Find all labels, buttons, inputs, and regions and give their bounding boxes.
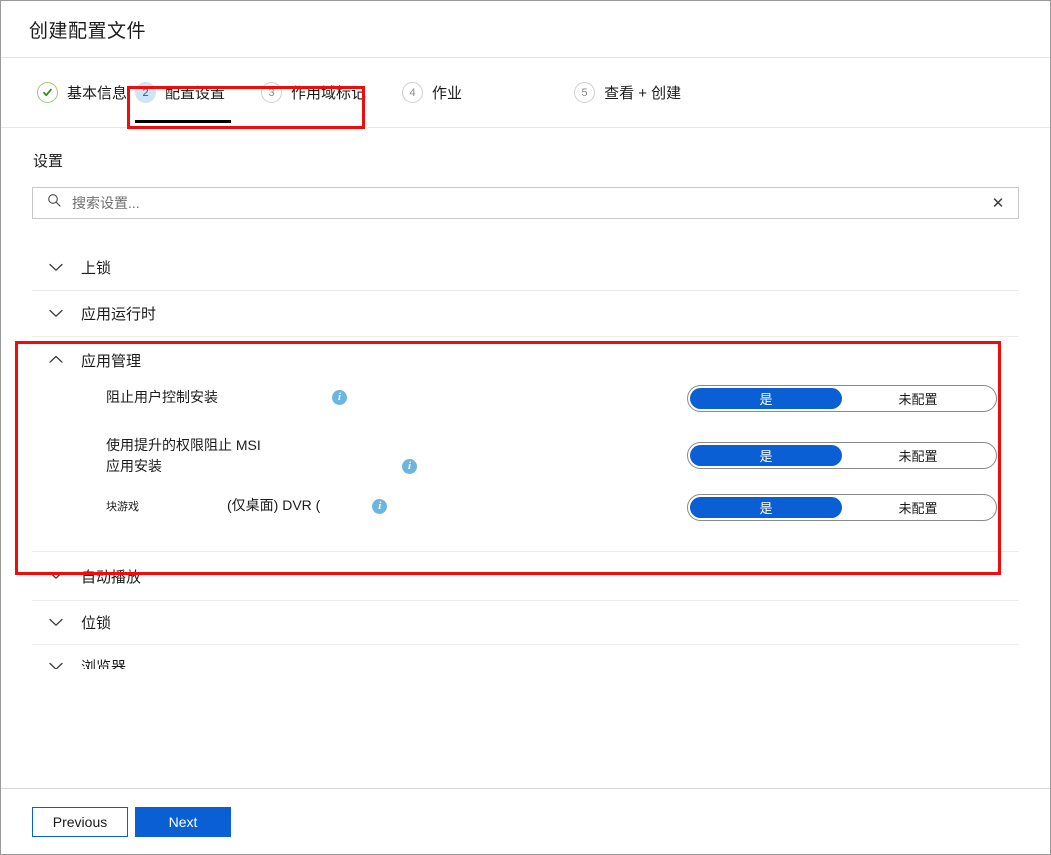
settings-search-box[interactable]: ✕ — [32, 187, 1019, 219]
setting-label-part-1: 块游戏 — [106, 501, 139, 513]
settings-heading: 设置 — [33, 153, 64, 170]
page-title: 创建配置文件 — [29, 20, 147, 42]
setting-label: 块游戏 (仅桌面) DVR ( — [32, 487, 320, 518]
settings-group-bitlocker[interactable]: 位锁 — [32, 601, 1019, 645]
setting-toggle-group: 是 未配置 — [687, 494, 997, 521]
setting-row: 阻止用户控制安装 i 是 未配置 — [32, 383, 1019, 431]
wizard-step-label: 配置设置 — [165, 85, 226, 102]
next-button[interactable]: Next — [135, 806, 231, 837]
toggle-option-yes[interactable]: 是 — [690, 497, 842, 518]
toggle-option-yes[interactable]: 是 — [690, 445, 842, 466]
settings-group-app-runtime[interactable]: 应用运行时 — [32, 291, 1019, 337]
wizard-step-basics[interactable]: 基本信息 — [37, 58, 127, 127]
wizard-step-label: 基本信息 — [67, 85, 128, 102]
setting-info: i — [372, 487, 388, 514]
clear-search-icon[interactable]: ✕ — [978, 188, 1018, 218]
toggle-option-not-configured[interactable]: 未配置 — [842, 388, 994, 409]
setting-row: 块游戏 (仅桌面) DVR ( i 是 未配置 — [32, 487, 1019, 539]
settings-group-label: 上锁 — [81, 260, 112, 277]
step-complete-check-icon — [37, 82, 58, 103]
blade-header: 创建配置文件 — [1, 1, 1050, 58]
settings-group-browser[interactable]: 浏览器 — [32, 645, 1019, 669]
info-icon[interactable]: i — [372, 499, 388, 514]
previous-button[interactable]: Previous — [32, 806, 128, 837]
settings-group-label: 应用管理 — [81, 352, 142, 370]
setting-label-part-2: (仅桌面) DVR ( — [227, 497, 321, 513]
settings-group-app-management-header[interactable]: 应用管理 — [32, 337, 1019, 383]
toggle-option-not-configured[interactable]: 未配置 — [842, 445, 994, 466]
chevron-down-icon — [49, 658, 65, 669]
settings-group-autoplay[interactable]: 自动播放 — [32, 552, 1019, 601]
setting-toggle-group: 是 未配置 — [687, 442, 997, 469]
settings-accordion-list: 上锁 应用运行时 应用管理 阻止用户控制安装 i 是 未配置 使用提升的权限阻止… — [32, 245, 1019, 669]
setting-info: i — [332, 383, 347, 405]
settings-group-label: 位锁 — [81, 615, 112, 632]
search-icon — [47, 193, 62, 213]
info-icon[interactable]: i — [402, 459, 417, 474]
setting-toggle-group: 是 未配置 — [687, 385, 997, 412]
wizard-footer: Previous Next — [1, 788, 1050, 854]
toggle-option-not-configured[interactable]: 未配置 — [842, 497, 994, 518]
chevron-down-icon — [49, 614, 65, 632]
step-number-badge: 2 — [135, 82, 157, 103]
settings-group-label: 自动播放 — [81, 568, 142, 586]
setting-label: 使用提升的权限阻止 MSI 应用安装 — [106, 437, 261, 474]
step-number-badge: 3 — [261, 82, 283, 103]
wizard-step-scope-tags[interactable]: 3 作用域标记 — [261, 58, 366, 127]
wizard-step-assignments[interactable]: 4 作业 — [402, 58, 462, 127]
toggle-option-yes[interactable]: 是 — [690, 388, 842, 409]
wizard-step-review-create[interactable]: 5 查看 + 创建 — [574, 58, 681, 127]
settings-group-label: 应用运行时 — [81, 306, 157, 323]
setting-info: i — [402, 431, 417, 474]
settings-group-label: 浏览器 — [81, 659, 127, 669]
wizard-step-label: 作用域标记 — [291, 85, 367, 102]
wizard-step-label: 查看 + 创建 — [604, 85, 682, 102]
search-input[interactable] — [72, 195, 978, 211]
chevron-down-icon — [49, 259, 65, 277]
toggle-block-user-control-install[interactable]: 是 未配置 — [687, 385, 997, 412]
wizard-step-configuration-settings[interactable]: 2 配置设置 — [135, 58, 232, 127]
chevron-down-icon — [49, 567, 65, 585]
toggle-block-msi-elevated-install[interactable]: 是 未配置 — [687, 442, 997, 469]
wizard-steps: 基本信息 2 配置设置 3 作用域标记 4 作业 5 查看 + 创建 — [1, 58, 1050, 128]
wizard-step-label: 作业 — [432, 85, 463, 102]
active-step-underline — [135, 120, 232, 123]
chevron-up-icon — [49, 351, 65, 369]
chevron-down-icon — [49, 305, 65, 323]
toggle-block-game-dvr[interactable]: 是 未配置 — [687, 494, 997, 521]
setting-row: 使用提升的权限阻止 MSI 应用安装 i 是 未配置 — [32, 431, 1019, 487]
step-number-badge: 4 — [402, 82, 424, 103]
setting-label: 阻止用户控制安装 — [106, 389, 218, 405]
step-number-badge: 5 — [574, 82, 596, 103]
create-profile-window: 创建配置文件 基本信息 2 配置设置 3 作用域标记 4 作业 5 查看 + 创… — [0, 0, 1051, 855]
settings-group-lock[interactable]: 上锁 — [32, 245, 1019, 291]
info-icon[interactable]: i — [332, 390, 347, 405]
settings-group-app-management: 应用管理 阻止用户控制安装 i 是 未配置 使用提升的权限阻止 MSI 应用安装 — [32, 337, 1019, 552]
